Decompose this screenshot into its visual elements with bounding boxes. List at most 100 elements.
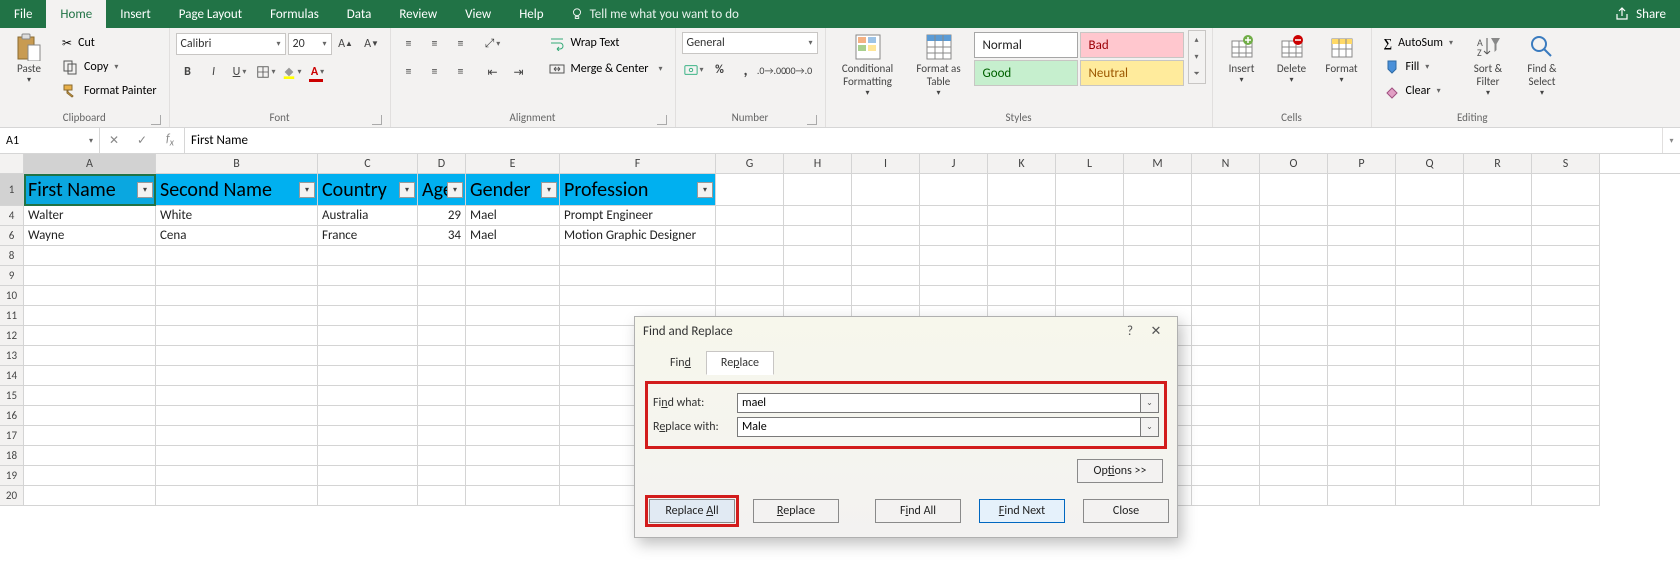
cell[interactable]	[1532, 466, 1600, 486]
align-bottom-button[interactable]: ≡	[450, 33, 472, 55]
cell[interactable]	[1260, 386, 1328, 406]
col-header-F[interactable]: F	[560, 154, 716, 173]
cell[interactable]	[418, 306, 466, 326]
row-header[interactable]: 4	[0, 206, 24, 226]
cell[interactable]	[920, 226, 988, 246]
cell[interactable]	[1328, 346, 1396, 366]
align-left-button[interactable]: ≡	[398, 61, 420, 83]
filter-button[interactable]: ▾	[541, 182, 557, 198]
cell[interactable]	[1396, 406, 1464, 426]
tab-review[interactable]: Review	[385, 0, 451, 28]
cell[interactable]	[1260, 366, 1328, 386]
dialog-close-button[interactable]: ✕	[1143, 324, 1169, 339]
cell[interactable]	[1328, 366, 1396, 386]
cell[interactable]	[1192, 266, 1260, 286]
cell[interactable]	[1124, 266, 1192, 286]
row-header[interactable]: 9	[0, 266, 24, 286]
find-select-button[interactable]: Find & Select▾	[1517, 30, 1567, 98]
format-painter-button[interactable]: Format Painter	[56, 80, 163, 102]
cell[interactable]	[1260, 346, 1328, 366]
cell[interactable]	[1396, 466, 1464, 486]
fill-color-button[interactable]	[281, 61, 303, 83]
cell[interactable]	[1464, 206, 1532, 226]
row-header[interactable]: 8	[0, 246, 24, 266]
cell[interactable]	[560, 246, 716, 266]
cell[interactable]	[1532, 486, 1600, 506]
cell[interactable]	[1532, 174, 1600, 206]
cell[interactable]	[1328, 174, 1396, 206]
cell[interactable]	[1464, 446, 1532, 466]
cell[interactable]	[1192, 346, 1260, 366]
cell[interactable]	[24, 446, 156, 466]
cell[interactable]	[156, 266, 318, 286]
cell[interactable]: Australia	[318, 206, 418, 226]
dialog-tab-find[interactable]: Find	[655, 351, 706, 375]
cell[interactable]	[852, 206, 920, 226]
name-box[interactable]: ▾	[0, 128, 100, 153]
cell[interactable]: Wayne	[24, 226, 156, 246]
cell[interactable]	[1260, 426, 1328, 446]
cell[interactable]	[1056, 174, 1124, 206]
col-header-L[interactable]: L	[1056, 154, 1124, 173]
cell[interactable]	[1532, 446, 1600, 466]
style-neutral[interactable]: Neutral	[1080, 60, 1184, 86]
cell[interactable]	[466, 366, 560, 386]
decrease-font-button[interactable]: A▼	[361, 33, 383, 55]
row-header[interactable]: 10	[0, 286, 24, 306]
col-header-H[interactable]: H	[784, 154, 852, 173]
row-header[interactable]: 12	[0, 326, 24, 346]
cell[interactable]	[1396, 206, 1464, 226]
cell[interactable]	[418, 326, 466, 346]
tab-insert[interactable]: Insert	[106, 0, 165, 28]
accounting-format-button[interactable]	[683, 59, 705, 81]
increase-font-button[interactable]: A▲	[335, 33, 357, 55]
cell[interactable]	[1532, 406, 1600, 426]
cell[interactable]	[1532, 386, 1600, 406]
cell[interactable]	[716, 226, 784, 246]
cell[interactable]	[1532, 226, 1600, 246]
cell[interactable]	[1192, 446, 1260, 466]
cell[interactable]	[1328, 206, 1396, 226]
cell[interactable]	[318, 446, 418, 466]
cell[interactable]	[418, 386, 466, 406]
alignment-dialog-launcher[interactable]	[657, 115, 667, 125]
cell[interactable]: Prompt Engineer	[560, 206, 716, 226]
cell[interactable]	[1192, 206, 1260, 226]
cell[interactable]	[784, 226, 852, 246]
cell[interactable]	[784, 246, 852, 266]
cell[interactable]	[1464, 266, 1532, 286]
cell[interactable]	[988, 286, 1056, 306]
formula-input[interactable]	[191, 133, 1656, 148]
cell[interactable]	[1328, 386, 1396, 406]
cell[interactable]	[1260, 486, 1328, 506]
clipboard-dialog-launcher[interactable]	[151, 115, 161, 125]
cell[interactable]	[852, 266, 920, 286]
cell[interactable]	[1396, 326, 1464, 346]
cell[interactable]	[1328, 226, 1396, 246]
font-color-button[interactable]: A	[307, 61, 329, 83]
col-header-G[interactable]: G	[716, 154, 784, 173]
comma-button[interactable]: ,	[735, 59, 757, 81]
cell[interactable]	[1124, 206, 1192, 226]
decrease-decimal-button[interactable]: .00→.0	[787, 59, 809, 81]
cell[interactable]: Gender▾	[466, 174, 560, 206]
cell[interactable]	[1260, 266, 1328, 286]
col-header-P[interactable]: P	[1328, 154, 1396, 173]
cell[interactable]	[716, 286, 784, 306]
cell[interactable]	[24, 386, 156, 406]
col-header-M[interactable]: M	[1124, 154, 1192, 173]
cell[interactable]	[560, 286, 716, 306]
format-as-table-button[interactable]: Format as Table▾	[908, 30, 970, 98]
cell[interactable]	[156, 346, 318, 366]
cell[interactable]	[24, 266, 156, 286]
cell[interactable]	[24, 286, 156, 306]
cell[interactable]	[988, 174, 1056, 206]
cell[interactable]: 29	[418, 206, 466, 226]
cell[interactable]	[1192, 406, 1260, 426]
cell[interactable]: Cena	[156, 226, 318, 246]
cell[interactable]	[1396, 306, 1464, 326]
col-header-J[interactable]: J	[920, 154, 988, 173]
col-header-R[interactable]: R	[1464, 154, 1532, 173]
cell[interactable]	[318, 386, 418, 406]
cell[interactable]	[988, 266, 1056, 286]
